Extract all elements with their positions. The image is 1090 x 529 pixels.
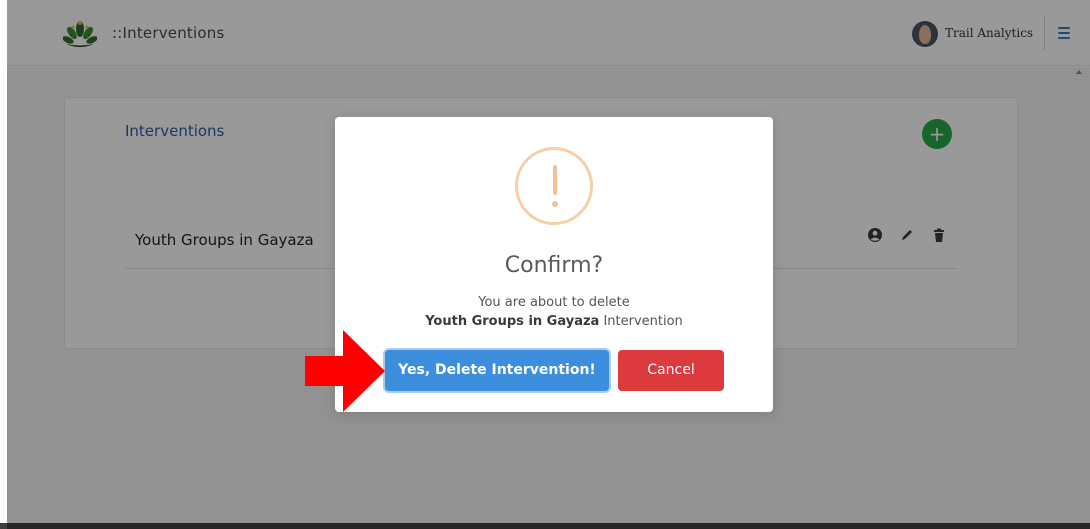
red-arrow-icon: [305, 330, 385, 412]
confirm-dialog: Confirm? You are about to delete Youth G…: [335, 117, 773, 412]
dialog-message: You are about to delete Youth Groups in …: [335, 293, 773, 331]
cancel-button[interactable]: Cancel: [618, 350, 724, 391]
window-edge: [0, 0, 7, 529]
dialog-item-suffix: Intervention: [599, 314, 683, 329]
dialog-item-name: Youth Groups in Gayaza: [425, 314, 600, 329]
dialog-message-line1: You are about to delete: [478, 295, 630, 310]
confirm-delete-button[interactable]: Yes, Delete Intervention!: [385, 350, 609, 391]
dialog-title: Confirm?: [504, 253, 604, 278]
dialog-message-line2: Youth Groups in Gayaza Intervention: [335, 312, 773, 331]
exclamation-icon: [515, 147, 593, 225]
